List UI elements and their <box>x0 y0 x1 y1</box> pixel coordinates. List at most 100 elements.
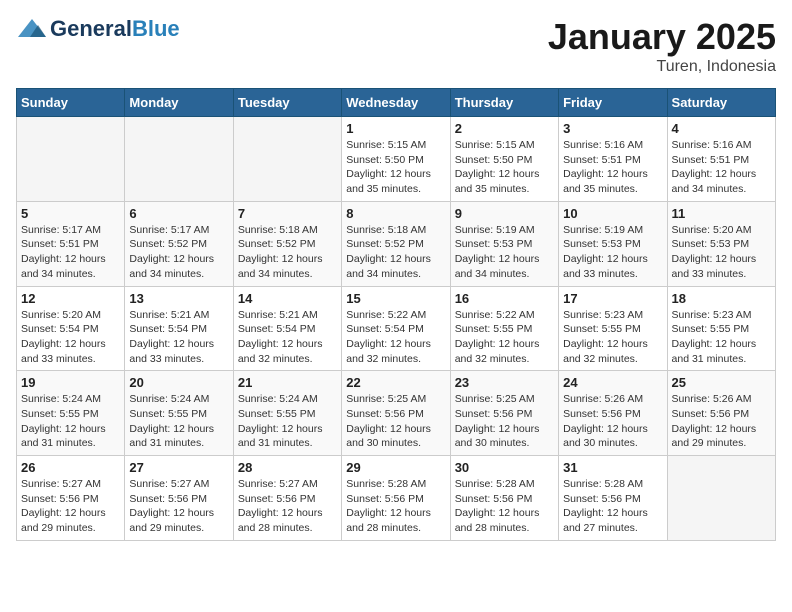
day-number: 2 <box>455 121 554 136</box>
calendar-cell: 9 Sunrise: 5:19 AMSunset: 5:53 PMDaylight… <box>450 201 558 286</box>
day-number: 17 <box>563 291 662 306</box>
day-number: 1 <box>346 121 445 136</box>
calendar-table: SundayMondayTuesdayWednesdayThursdayFrid… <box>16 88 776 541</box>
calendar-cell: 17 Sunrise: 5:23 AMSunset: 5:55 PMDayligh… <box>559 286 667 371</box>
calendar-cell: 22 Sunrise: 5:25 AMSunset: 5:56 PMDayligh… <box>342 371 450 456</box>
day-info: Sunrise: 5:27 AMSunset: 5:56 PMDaylight:… <box>238 477 337 536</box>
calendar-cell: 28 Sunrise: 5:27 AMSunset: 5:56 PMDayligh… <box>233 456 341 541</box>
day-info: Sunrise: 5:24 AMSunset: 5:55 PMDaylight:… <box>238 392 337 451</box>
weekday-header-wednesday: Wednesday <box>342 89 450 117</box>
day-info: Sunrise: 5:15 AMSunset: 5:50 PMDaylight:… <box>346 138 445 197</box>
month-title: January 2025 <box>548 16 776 58</box>
weekday-header-row: SundayMondayTuesdayWednesdayThursdayFrid… <box>17 89 776 117</box>
weekday-header-saturday: Saturday <box>667 89 775 117</box>
calendar-week-2: 5 Sunrise: 5:17 AMSunset: 5:51 PMDaylight… <box>17 201 776 286</box>
day-info: Sunrise: 5:24 AMSunset: 5:55 PMDaylight:… <box>129 392 228 451</box>
day-info: Sunrise: 5:18 AMSunset: 5:52 PMDaylight:… <box>238 223 337 282</box>
calendar-week-1: 1 Sunrise: 5:15 AMSunset: 5:50 PMDaylight… <box>17 117 776 202</box>
location: Turen, Indonesia <box>548 58 776 76</box>
weekday-header-sunday: Sunday <box>17 89 125 117</box>
day-number: 5 <box>21 206 120 221</box>
day-info: Sunrise: 5:25 AMSunset: 5:56 PMDaylight:… <box>455 392 554 451</box>
day-info: Sunrise: 5:19 AMSunset: 5:53 PMDaylight:… <box>455 223 554 282</box>
calendar-cell: 14 Sunrise: 5:21 AMSunset: 5:54 PMDayligh… <box>233 286 341 371</box>
calendar-cell: 18 Sunrise: 5:23 AMSunset: 5:55 PMDayligh… <box>667 286 775 371</box>
day-info: Sunrise: 5:28 AMSunset: 5:56 PMDaylight:… <box>346 477 445 536</box>
calendar-cell: 27Sunrise: 5:27 AMSunset: 5:56 PMDayligh… <box>125 456 233 541</box>
calendar-cell: 31Sunrise: 5:28 AMSunset: 5:56 PMDayligh… <box>559 456 667 541</box>
calendar-cell: 2 Sunrise: 5:15 AMSunset: 5:50 PMDaylight… <box>450 117 558 202</box>
day-number: 28 <box>238 460 337 475</box>
calendar-week-3: 12 Sunrise: 5:20 AMSunset: 5:54 PMDayligh… <box>17 286 776 371</box>
calendar-cell <box>125 117 233 202</box>
day-info: Sunrise: 5:18 AMSunset: 5:52 PMDaylight:… <box>346 223 445 282</box>
day-info: Sunrise: 5:23 AMSunset: 5:55 PMDaylight:… <box>563 308 662 367</box>
day-info: Sunrise: 5:27 AMSunset: 5:56 PMDaylight:… <box>21 477 120 536</box>
day-number: 20 <box>129 375 228 390</box>
calendar-cell: 12 Sunrise: 5:20 AMSunset: 5:54 PMDayligh… <box>17 286 125 371</box>
logo-general: General <box>50 16 132 42</box>
logo-icon <box>16 17 48 41</box>
calendar-cell: 11 Sunrise: 5:20 AMSunset: 5:53 PMDayligh… <box>667 201 775 286</box>
calendar-cell: 13Sunrise: 5:21 AMSunset: 5:54 PMDayligh… <box>125 286 233 371</box>
calendar-cell: 30Sunrise: 5:28 AMSunset: 5:56 PMDayligh… <box>450 456 558 541</box>
day-number: 11 <box>672 206 771 221</box>
logo-blue: Blue <box>132 16 180 42</box>
day-number: 7 <box>238 206 337 221</box>
day-number: 21 <box>238 375 337 390</box>
calendar-week-5: 26Sunrise: 5:27 AMSunset: 5:56 PMDayligh… <box>17 456 776 541</box>
day-number: 31 <box>563 460 662 475</box>
day-number: 30 <box>455 460 554 475</box>
weekday-header-thursday: Thursday <box>450 89 558 117</box>
day-number: 4 <box>672 121 771 136</box>
calendar-cell: 3Sunrise: 5:16 AMSunset: 5:51 PMDaylight… <box>559 117 667 202</box>
day-info: Sunrise: 5:21 AMSunset: 5:54 PMDaylight:… <box>129 308 228 367</box>
day-number: 22 <box>346 375 445 390</box>
logo-text: GeneralBlue <box>16 16 180 42</box>
day-info: Sunrise: 5:15 AMSunset: 5:50 PMDaylight:… <box>455 138 554 197</box>
day-number: 19 <box>21 375 120 390</box>
day-info: Sunrise: 5:19 AMSunset: 5:53 PMDaylight:… <box>563 223 662 282</box>
calendar-cell: 25 Sunrise: 5:26 AMSunset: 5:56 PMDayligh… <box>667 371 775 456</box>
day-number: 12 <box>21 291 120 306</box>
calendar-cell: 1 Sunrise: 5:15 AMSunset: 5:50 PMDaylight… <box>342 117 450 202</box>
day-number: 8 <box>346 206 445 221</box>
day-info: Sunrise: 5:26 AMSunset: 5:56 PMDaylight:… <box>672 392 771 451</box>
day-info: Sunrise: 5:20 AMSunset: 5:53 PMDaylight:… <box>672 223 771 282</box>
day-info: Sunrise: 5:23 AMSunset: 5:55 PMDaylight:… <box>672 308 771 367</box>
day-info: Sunrise: 5:17 AMSunset: 5:51 PMDaylight:… <box>21 223 120 282</box>
day-number: 25 <box>672 375 771 390</box>
day-info: Sunrise: 5:16 AMSunset: 5:51 PMDaylight:… <box>672 138 771 197</box>
day-number: 3 <box>563 121 662 136</box>
calendar-cell: 4 Sunrise: 5:16 AMSunset: 5:51 PMDaylight… <box>667 117 775 202</box>
calendar-cell: 7 Sunrise: 5:18 AMSunset: 5:52 PMDaylight… <box>233 201 341 286</box>
calendar-cell: 19 Sunrise: 5:24 AMSunset: 5:55 PMDayligh… <box>17 371 125 456</box>
day-info: Sunrise: 5:22 AMSunset: 5:54 PMDaylight:… <box>346 308 445 367</box>
title-block: January 2025 Turen, Indonesia <box>548 16 776 76</box>
day-info: Sunrise: 5:17 AMSunset: 5:52 PMDaylight:… <box>129 223 228 282</box>
calendar-cell: 16Sunrise: 5:22 AMSunset: 5:55 PMDayligh… <box>450 286 558 371</box>
calendar-cell: 26Sunrise: 5:27 AMSunset: 5:56 PMDayligh… <box>17 456 125 541</box>
calendar-cell: 24Sunrise: 5:26 AMSunset: 5:56 PMDayligh… <box>559 371 667 456</box>
calendar-cell: 10Sunrise: 5:19 AMSunset: 5:53 PMDayligh… <box>559 201 667 286</box>
page-header: GeneralBlue January 2025 Turen, Indonesi… <box>16 16 776 76</box>
calendar-cell: 23 Sunrise: 5:25 AMSunset: 5:56 PMDayligh… <box>450 371 558 456</box>
day-info: Sunrise: 5:22 AMSunset: 5:55 PMDaylight:… <box>455 308 554 367</box>
calendar-cell <box>233 117 341 202</box>
calendar-cell: 20 Sunrise: 5:24 AMSunset: 5:55 PMDayligh… <box>125 371 233 456</box>
day-info: Sunrise: 5:20 AMSunset: 5:54 PMDaylight:… <box>21 308 120 367</box>
calendar-cell <box>17 117 125 202</box>
day-info: Sunrise: 5:26 AMSunset: 5:56 PMDaylight:… <box>563 392 662 451</box>
day-number: 9 <box>455 206 554 221</box>
day-info: Sunrise: 5:25 AMSunset: 5:56 PMDaylight:… <box>346 392 445 451</box>
calendar-cell <box>667 456 775 541</box>
day-info: Sunrise: 5:21 AMSunset: 5:54 PMDaylight:… <box>238 308 337 367</box>
day-info: Sunrise: 5:24 AMSunset: 5:55 PMDaylight:… <box>21 392 120 451</box>
weekday-header-tuesday: Tuesday <box>233 89 341 117</box>
day-number: 23 <box>455 375 554 390</box>
day-number: 14 <box>238 291 337 306</box>
day-number: 15 <box>346 291 445 306</box>
calendar-cell: 6 Sunrise: 5:17 AMSunset: 5:52 PMDaylight… <box>125 201 233 286</box>
day-number: 18 <box>672 291 771 306</box>
day-number: 6 <box>129 206 228 221</box>
